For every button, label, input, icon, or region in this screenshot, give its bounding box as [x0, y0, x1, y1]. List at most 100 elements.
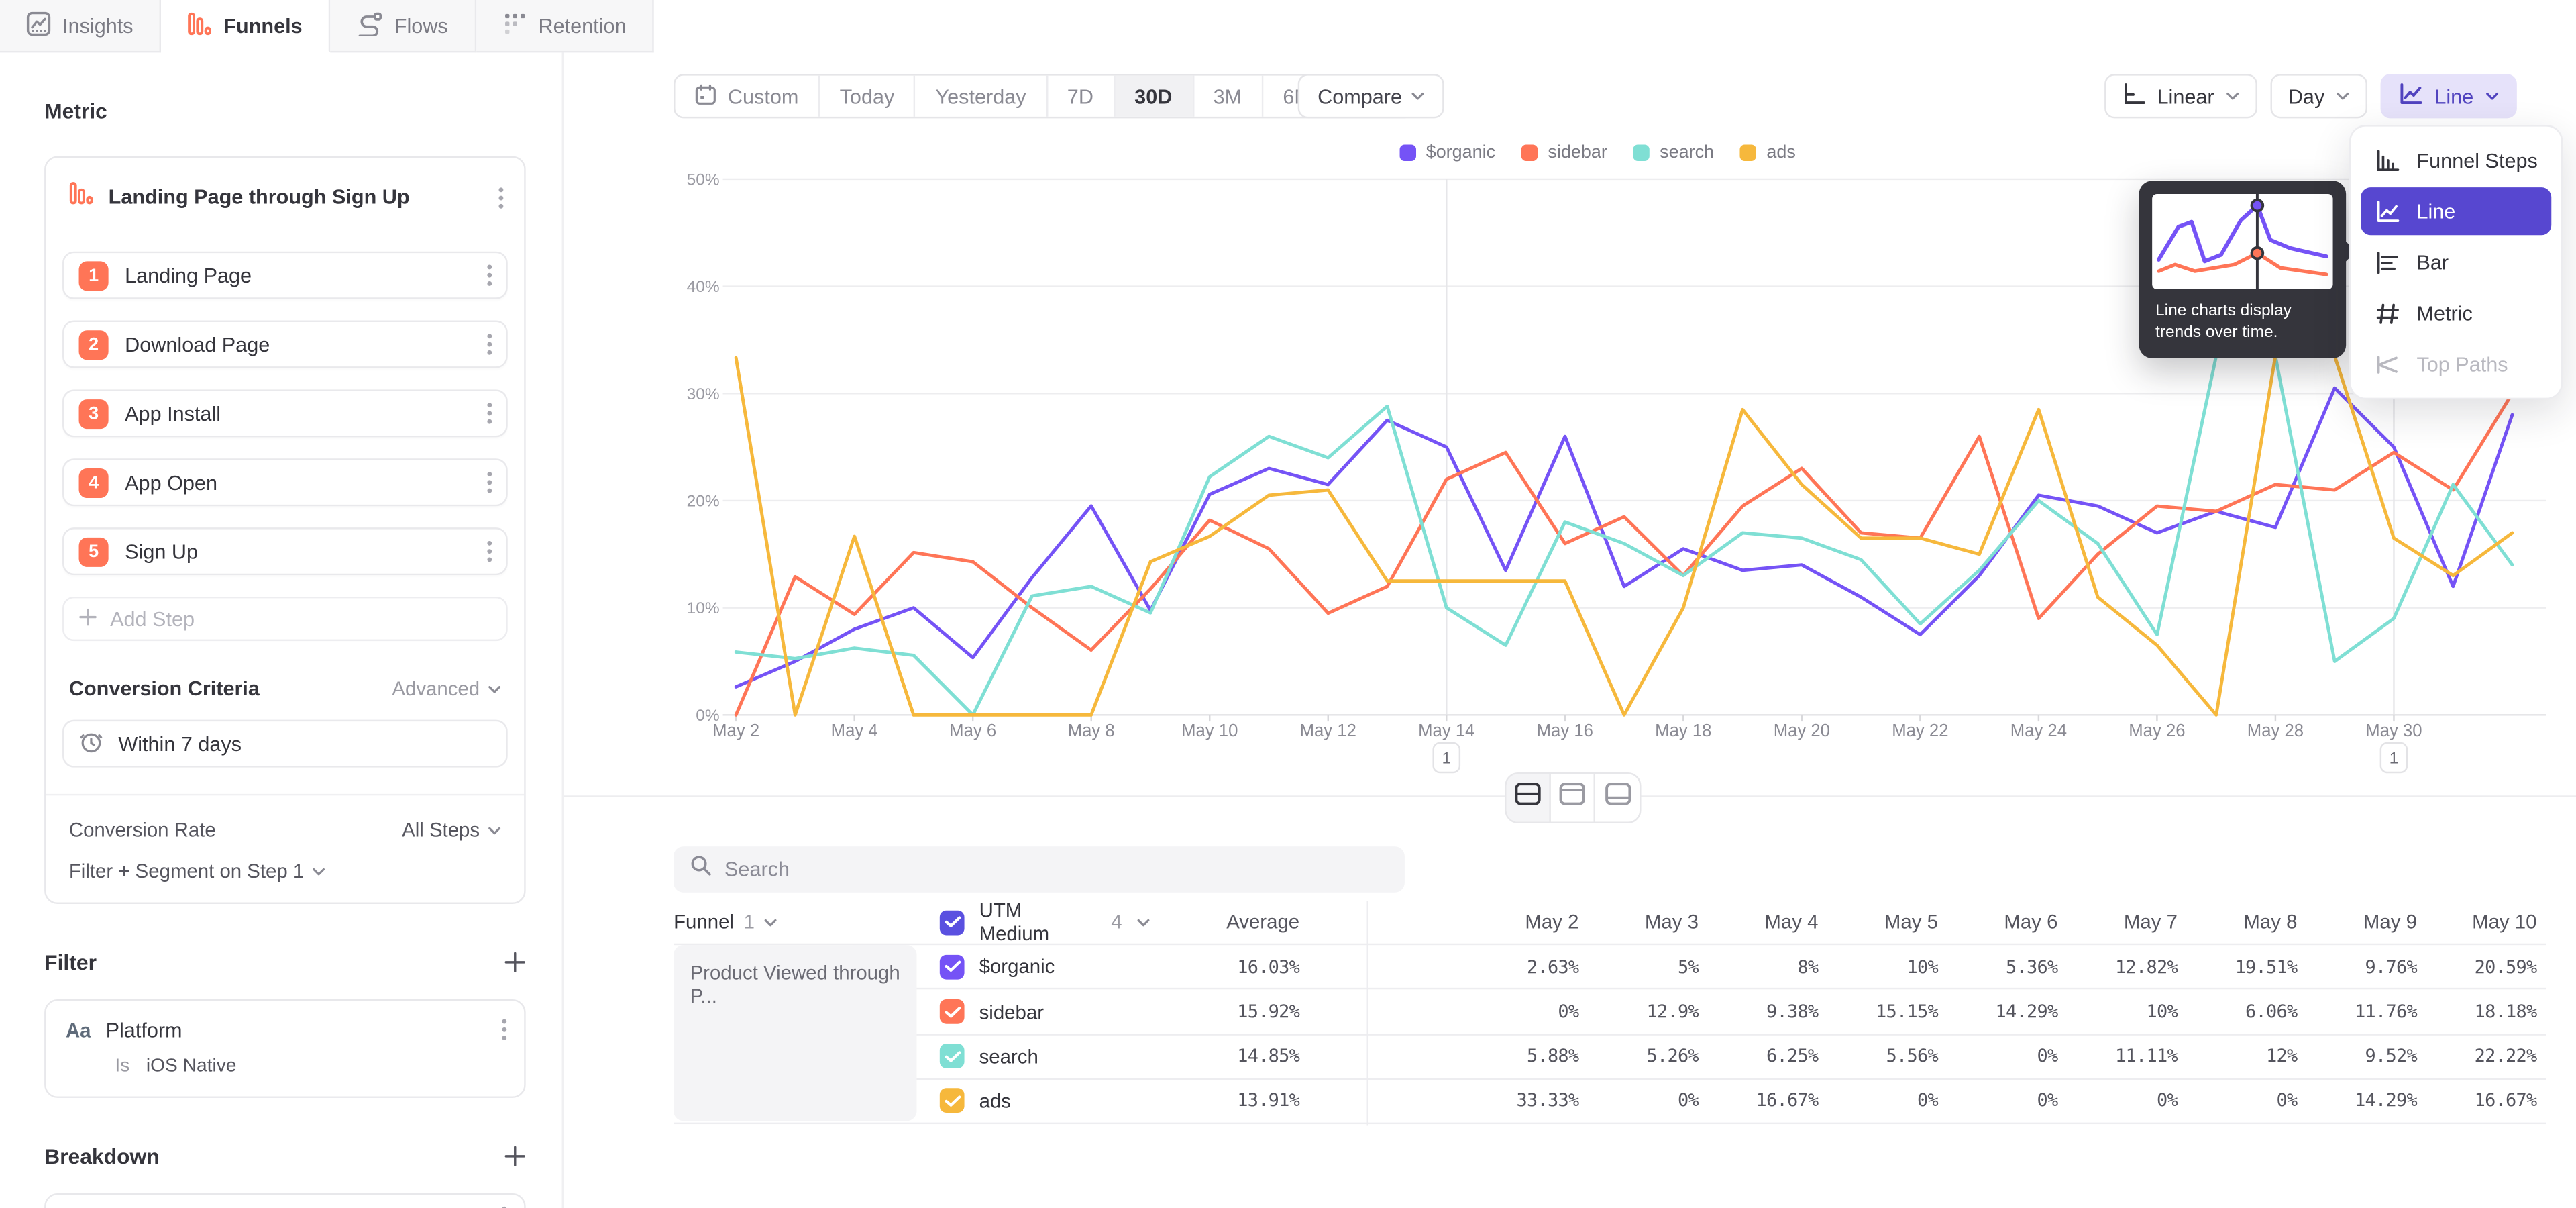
drag-handle-icon[interactable] — [59, 1202, 72, 1208]
search-input[interactable] — [724, 858, 1388, 880]
kebab-menu-icon[interactable] — [486, 332, 493, 357]
column-header-may-10[interactable]: May 10 — [2417, 911, 2537, 934]
value-cell: 6.25% — [1699, 1046, 1819, 1068]
menu-item-bar[interactable]: Bar — [2361, 238, 2551, 286]
kebab-menu-icon[interactable] — [486, 470, 493, 495]
chart-view-icon — [1559, 783, 1585, 814]
column-header-may-8[interactable]: May 8 — [2178, 911, 2298, 934]
compare-button[interactable]: Compare — [1298, 74, 1445, 118]
funnel-steps-list: 1 Landing Page 2 Download Page 3 App Insta… — [62, 252, 508, 575]
svg-text:30%: 30% — [687, 385, 720, 403]
table-search[interactable] — [674, 846, 1405, 893]
funnel-name-cell[interactable]: Product Viewed through P... — [674, 945, 916, 1121]
table-row-ads[interactable]: ads13.91%33.33%0%16.67%0%0%0%0%14.29%16.… — [674, 1078, 2546, 1123]
date-range-30d[interactable]: 30D — [1115, 76, 1193, 117]
value-cell: 5.88% — [1459, 1046, 1579, 1068]
date-range-today[interactable]: Today — [820, 76, 916, 117]
value-cell: 16.03% — [1150, 956, 1299, 978]
breakdown-kebab-icon[interactable] — [501, 1205, 508, 1208]
filter-value[interactable]: iOS Native — [146, 1057, 237, 1076]
menu-item-metric[interactable]: Metric — [2361, 289, 2551, 337]
add-step-label: Add Step — [110, 607, 195, 630]
date-range-yesterday[interactable]: Yesterday — [916, 76, 1047, 117]
add-filter-button[interactable] — [504, 952, 526, 973]
filter-property-label[interactable]: Platform — [106, 1018, 486, 1041]
filter-operator[interactable]: Is — [115, 1057, 129, 1076]
value-cell: 0% — [1578, 1091, 1699, 1112]
column-header-may-4[interactable]: May 4 — [1699, 911, 1819, 934]
scale-select[interactable]: Linear — [2104, 74, 2257, 118]
column-header-may-5[interactable]: May 5 — [1818, 911, 1938, 934]
layout-chart-view-button[interactable] — [1551, 774, 1595, 821]
value-cell: 0% — [2178, 1091, 2298, 1112]
column-header-may-6[interactable]: May 6 — [1938, 911, 2058, 934]
chevron-down-icon — [313, 867, 326, 875]
conversion-criteria-heading: Conversion Criteria — [69, 677, 260, 700]
chevron-down-icon — [1412, 92, 1426, 100]
column-header-may-3[interactable]: May 3 — [1578, 911, 1699, 934]
filter-kebab-icon[interactable] — [501, 1017, 508, 1042]
funnel-step-2[interactable]: 2 Download Page — [62, 321, 508, 368]
funnel-step-5[interactable]: 5 Sign Up — [62, 527, 508, 575]
svg-text:10%: 10% — [687, 599, 720, 617]
column-header-may-2[interactable]: May 2 — [1459, 911, 1579, 934]
step-number-badge: 3 — [79, 399, 109, 428]
series-checkbox[interactable] — [940, 954, 965, 979]
advanced-select[interactable]: Advanced — [392, 677, 501, 700]
date-range-3m[interactable]: 3M — [1193, 76, 1263, 117]
tooltip-text: Line charts display trends over time. — [2152, 289, 2332, 344]
table-row-organic[interactable]: $organic16.03%2.63%5%8%10%5.36%12.82%19.… — [674, 944, 2546, 989]
tab-retention[interactable]: Retention — [476, 0, 654, 52]
add-breakdown-button[interactable] — [504, 1146, 526, 1167]
retention-icon — [502, 11, 527, 40]
breakdown-property-label[interactable]: UTM Medium — [121, 1205, 462, 1208]
layout-table-view-button[interactable] — [1595, 774, 1640, 821]
funnel-column-header[interactable]: Funnel1 — [674, 911, 916, 934]
value-cell: 14.29% — [2297, 1091, 2417, 1112]
metric-kebab-icon[interactable] — [498, 185, 504, 210]
layout-split-view-button[interactable] — [1507, 774, 1551, 821]
value-cell: 18.18% — [2417, 1001, 2537, 1023]
menu-item-funnel-steps[interactable]: Funnel Steps — [2361, 136, 2551, 184]
svg-text:May 2: May 2 — [712, 721, 759, 740]
date-range-custom[interactable]: Custom — [676, 76, 820, 117]
chart-type-label: Line — [2434, 85, 2473, 107]
tab-funnels[interactable]: Funnels — [161, 0, 330, 52]
kebab-menu-icon[interactable] — [486, 401, 493, 426]
series-checkbox[interactable] — [940, 1089, 965, 1113]
column-header-may-9[interactable]: May 9 — [2297, 911, 2417, 934]
date-range-7d[interactable]: 7D — [1047, 76, 1114, 117]
tab-insights[interactable]: Insights — [0, 0, 161, 52]
kebab-menu-icon[interactable] — [486, 263, 493, 288]
clock-icon — [79, 729, 104, 758]
svg-text:May 4: May 4 — [831, 721, 878, 740]
interval-select[interactable]: Day — [2270, 74, 2367, 118]
metric-heading: Metric — [44, 99, 107, 123]
series-sidebar-line[interactable] — [736, 393, 2512, 715]
funnel-step-3[interactable]: 3 App Install — [62, 389, 508, 437]
column-header-may-7[interactable]: May 7 — [2057, 911, 2178, 934]
table-row-search[interactable]: search14.85%5.88%5.26%6.25%5.56%0%11.11%… — [674, 1034, 2546, 1078]
menu-item-label: Funnel Steps — [2416, 149, 2537, 172]
breakdown-column-header[interactable]: UTM Medium4 — [917, 899, 1150, 946]
select-all-checkbox[interactable] — [940, 910, 965, 935]
svg-text:May 10: May 10 — [1181, 721, 1238, 740]
kebab-menu-icon[interactable] — [486, 539, 493, 564]
funnel-step-4[interactable]: 4 App Open — [62, 458, 508, 506]
column-header-average[interactable]: Average — [1150, 911, 1299, 934]
series-checkbox[interactable] — [940, 1044, 965, 1069]
menu-item-label: Line — [2416, 200, 2455, 223]
series-checkbox[interactable] — [940, 999, 965, 1024]
funnel-step-1[interactable]: 1 Landing Page — [62, 252, 508, 299]
menu-item-line[interactable]: Line — [2361, 187, 2551, 235]
filter-segment-select[interactable]: Filter + Segment on Step 1 — [69, 860, 325, 883]
conversion-rate-select[interactable]: All Steps — [402, 819, 501, 842]
conversion-window[interactable]: Within 7 days — [62, 720, 508, 768]
funnel-steps-icon — [2374, 149, 2400, 172]
tab-label: Flows — [394, 14, 448, 37]
add-step-button[interactable]: Add Step — [62, 597, 508, 641]
series-ads-line[interactable] — [736, 356, 2512, 715]
chart-type-select[interactable]: Line — [2381, 74, 2516, 118]
table-row-sidebar[interactable]: sidebar15.92%0%12.9%9.38%15.15%14.29%10%… — [674, 989, 2546, 1034]
tab-flows[interactable]: Flows — [330, 0, 476, 52]
